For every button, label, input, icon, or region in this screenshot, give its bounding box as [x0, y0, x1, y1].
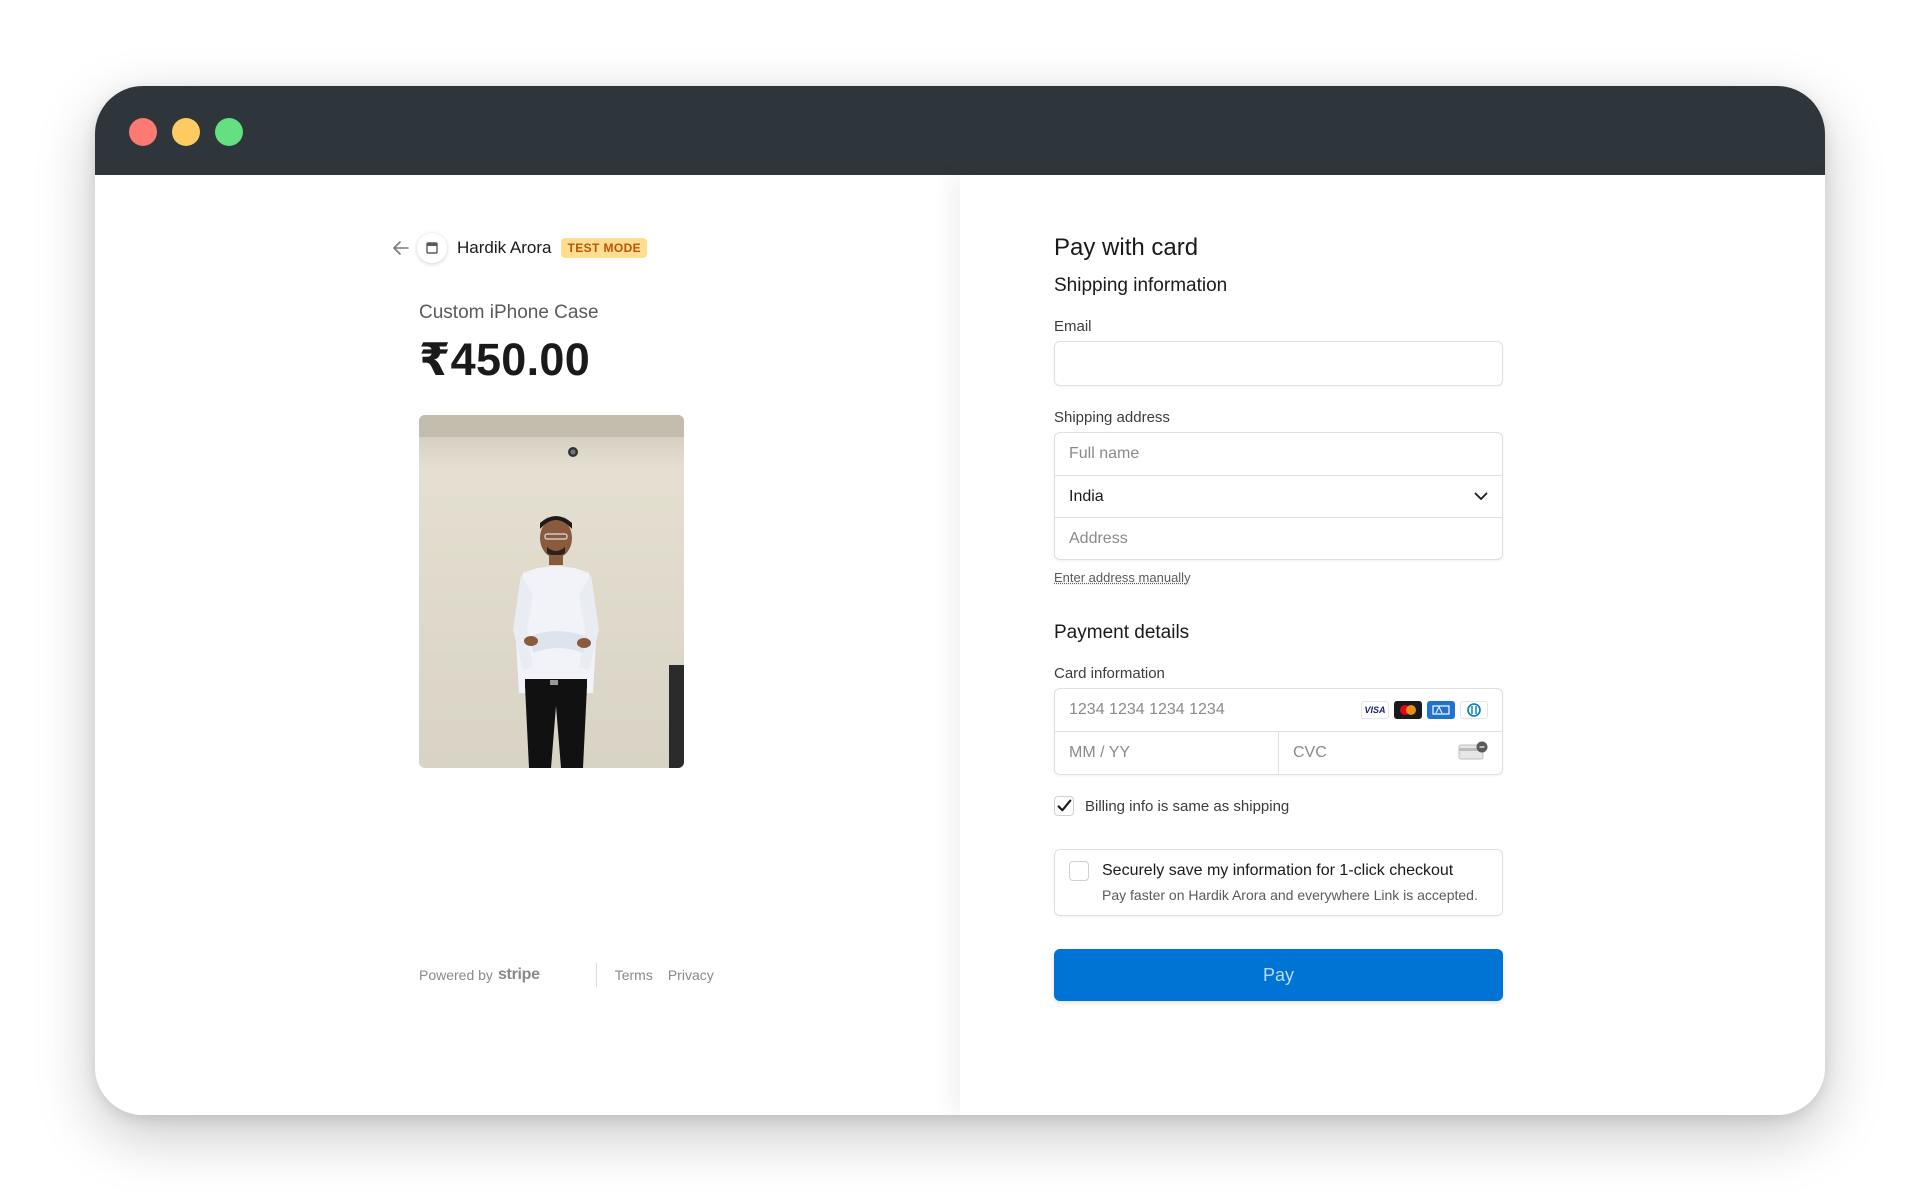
payment-pane: Pay with card Shipping information Email… — [960, 175, 1825, 1115]
pay-with-card-heading: Pay with card — [1054, 234, 1199, 261]
test-mode-badge: TEST MODE — [561, 238, 648, 258]
save-info-title: Securely save my information for 1-click… — [1102, 862, 1454, 879]
product-image — [419, 415, 684, 768]
window-titlebar — [95, 86, 1825, 175]
expiry-field[interactable]: MM / YY — [1055, 732, 1278, 774]
shipping-address-group: Full name India Address — [1054, 432, 1503, 560]
card-number-placeholder: 1234 1234 1234 1234 — [1069, 701, 1225, 718]
product-name: Custom iPhone Case — [419, 302, 599, 323]
save-info-box[interactable]: Securely save my information for 1-click… — [1054, 849, 1503, 916]
product-price: ₹450.00 — [419, 334, 591, 385]
card-brand-icons: VISA — [1361, 701, 1488, 719]
payment-form: Pay with card Shipping information Email… — [1054, 232, 1503, 1001]
pay-button[interactable]: Pay — [1054, 949, 1503, 1001]
close-window-button[interactable] — [129, 118, 157, 146]
stripe-logo[interactable]: stripe — [498, 966, 540, 984]
page-footer: Powered by stripe Terms Privacy — [419, 963, 729, 987]
minimize-window-button[interactable] — [172, 118, 200, 146]
powered-by-label: Powered by — [419, 967, 493, 983]
shipping-address-label: Shipping address — [1054, 409, 1170, 426]
amex-icon — [1427, 701, 1455, 719]
store-icon — [417, 233, 447, 263]
card-expiry-cvc-row: MM / YY CVC — [1055, 731, 1502, 774]
payment-details-heading: Payment details — [1054, 622, 1190, 643]
cvc-field[interactable]: CVC — [1278, 732, 1502, 774]
save-info-checkbox[interactable] — [1069, 861, 1089, 881]
address-field[interactable]: Address — [1055, 517, 1502, 559]
full-name-field[interactable]: Full name — [1055, 433, 1502, 475]
browser-window: Hardik Arora TEST MODE Custom iPhone Cas… — [95, 86, 1825, 1115]
card-info-group: 1234 1234 1234 1234 VISA MM / YY CVC — [1054, 688, 1503, 775]
card-number-field[interactable]: 1234 1234 1234 1234 VISA — [1055, 689, 1502, 731]
enter-address-manually-link[interactable]: Enter address manually — [1054, 570, 1191, 585]
footer-divider — [595, 963, 597, 987]
visa-icon: VISA — [1361, 701, 1389, 719]
terms-link[interactable]: Terms — [615, 967, 653, 983]
billing-same-checkbox[interactable] — [1054, 796, 1074, 816]
merchant-header: Hardik Arora TEST MODE — [391, 233, 648, 263]
privacy-link[interactable]: Privacy — [668, 967, 714, 983]
email-label: Email — [1054, 318, 1092, 335]
cvc-placeholder: CVC — [1293, 744, 1327, 761]
billing-same-label: Billing info is same as shipping — [1085, 797, 1290, 815]
email-value — [1055, 342, 1502, 385]
diners-club-icon — [1460, 701, 1488, 719]
order-summary-pane: Hardik Arora TEST MODE Custom iPhone Cas… — [95, 175, 960, 1115]
email-field[interactable] — [1054, 341, 1503, 386]
country-value: India — [1069, 487, 1104, 505]
back-arrow-icon[interactable] — [391, 238, 411, 258]
merchant-name: Hardik Arora — [457, 238, 552, 257]
country-select[interactable]: India — [1055, 475, 1502, 517]
billing-same-row[interactable]: Billing info is same as shipping — [1054, 796, 1503, 816]
save-info-subtitle: Pay faster on Hardik Arora and everywher… — [1102, 887, 1478, 903]
powered-by: Powered by stripe — [419, 966, 540, 984]
card-info-label: Card information — [1054, 665, 1165, 682]
shipping-info-heading: Shipping information — [1054, 275, 1228, 296]
cvc-card-icon — [1458, 741, 1488, 766]
maximize-window-button[interactable] — [215, 118, 243, 146]
mastercard-icon — [1394, 701, 1422, 719]
chevron-down-icon — [1474, 488, 1488, 506]
